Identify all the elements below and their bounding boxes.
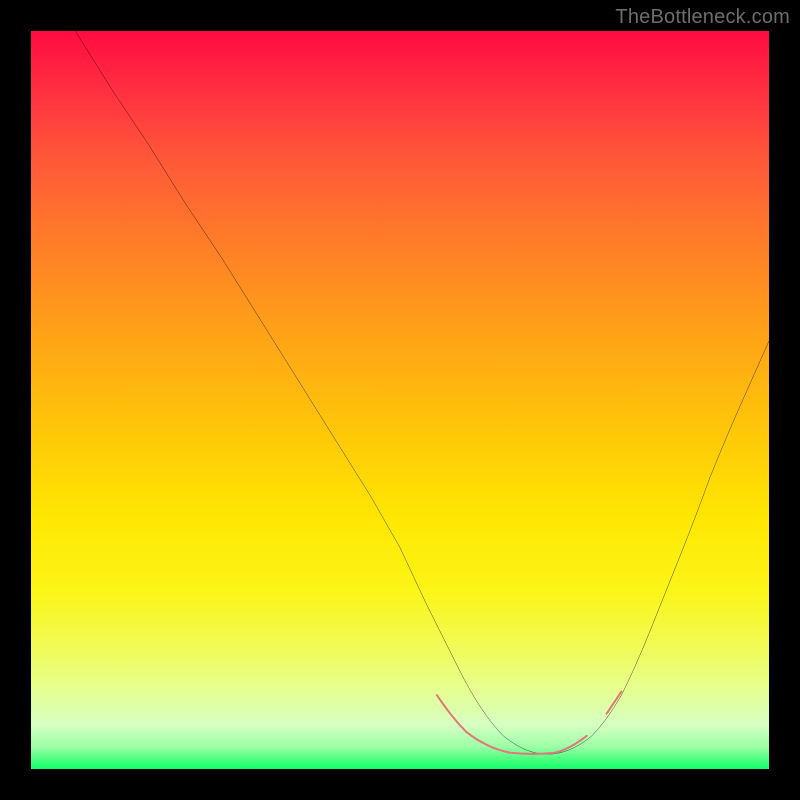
bottleneck-curve <box>75 31 769 754</box>
optimal-range-highlight <box>437 692 622 754</box>
chart-stage: TheBottleneck.com <box>0 0 800 800</box>
watermark-text: TheBottleneck.com <box>615 6 790 29</box>
chart-svg <box>31 31 769 769</box>
plot-area <box>31 31 769 769</box>
